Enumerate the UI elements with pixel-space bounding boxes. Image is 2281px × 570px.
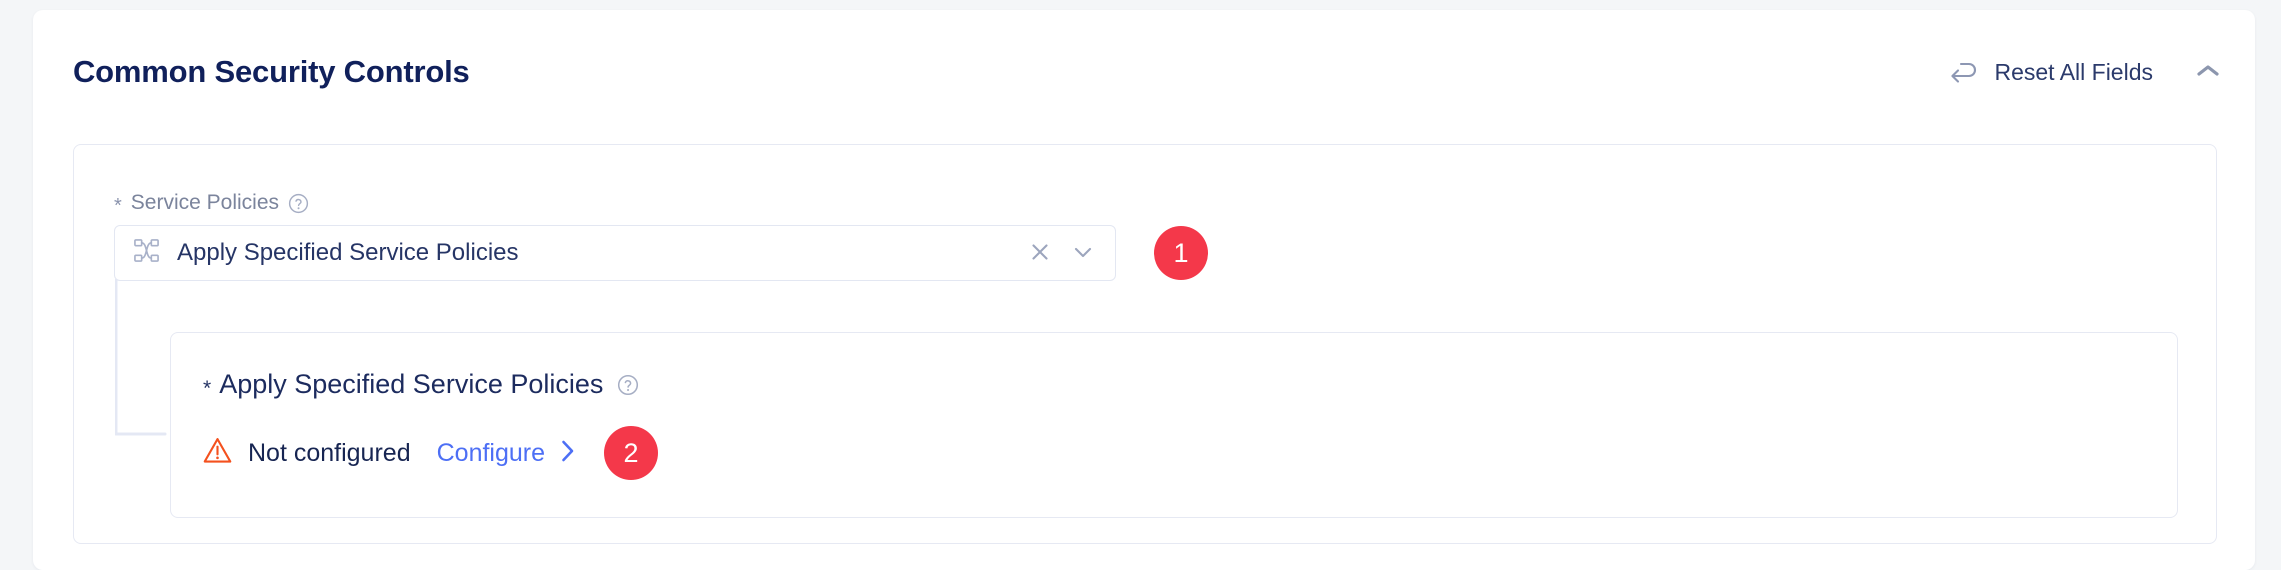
service-policies-selected-value: Apply Specified Service Policies: [177, 239, 519, 266]
card-header: Common Security Controls Reset All Field…: [33, 10, 2255, 102]
apply-specified-service-policies-card: * Apply Specified Service Policies Not c…: [170, 332, 2178, 518]
reset-all-fields-label: Reset All Fields: [1994, 58, 2153, 85]
header-actions: Reset All Fields: [1940, 54, 2231, 90]
service-policies-select-row: Apply Specified Service Policies 1: [114, 225, 1208, 281]
page-title: Common Security Controls: [73, 54, 470, 89]
reset-all-fields-button[interactable]: Reset All Fields: [1940, 55, 2163, 90]
service-policies-label: * Service Policies: [114, 191, 309, 217]
configure-label: Configure: [436, 438, 546, 467]
field-label-text: Service Policies: [130, 191, 280, 214]
configure-link[interactable]: Configure: [437, 438, 577, 469]
network-nodes-icon: [133, 237, 160, 269]
close-icon: [1029, 241, 1051, 266]
chevron-right-icon: [559, 438, 577, 469]
step-badge-1: 1: [1154, 226, 1208, 280]
service-policies-select[interactable]: Apply Specified Service Policies: [114, 225, 1116, 281]
sub-card-title: * Apply Specified Service Policies: [203, 369, 639, 400]
required-marker: *: [114, 195, 122, 217]
chevron-down-icon: [1071, 241, 1095, 266]
chevron-up-icon: [2195, 63, 2221, 82]
collapse-section-button[interactable]: [2185, 54, 2231, 90]
step-badge-2: 2: [604, 426, 659, 480]
question-circle-icon[interactable]: [288, 193, 309, 214]
status-text: Not configured: [248, 438, 411, 467]
common-security-controls-card: Common Security Controls Reset All Field…: [33, 10, 2255, 570]
undo-arrow-icon: [1950, 60, 1980, 84]
required-marker: *: [203, 376, 212, 400]
clear-selection-button[interactable]: [1027, 239, 1053, 268]
warning-triangle-icon: [203, 436, 232, 470]
question-circle-icon[interactable]: [611, 374, 639, 396]
sub-card-title-text: Apply Specified Service Policies: [219, 369, 604, 399]
service-policies-section: * Service Policies Apply Specified Servi…: [73, 144, 2217, 544]
select-actions: [1027, 239, 1101, 268]
expand-dropdown-button[interactable]: [1069, 239, 1097, 268]
configuration-status-row: Not configured Configure 2: [203, 426, 659, 480]
